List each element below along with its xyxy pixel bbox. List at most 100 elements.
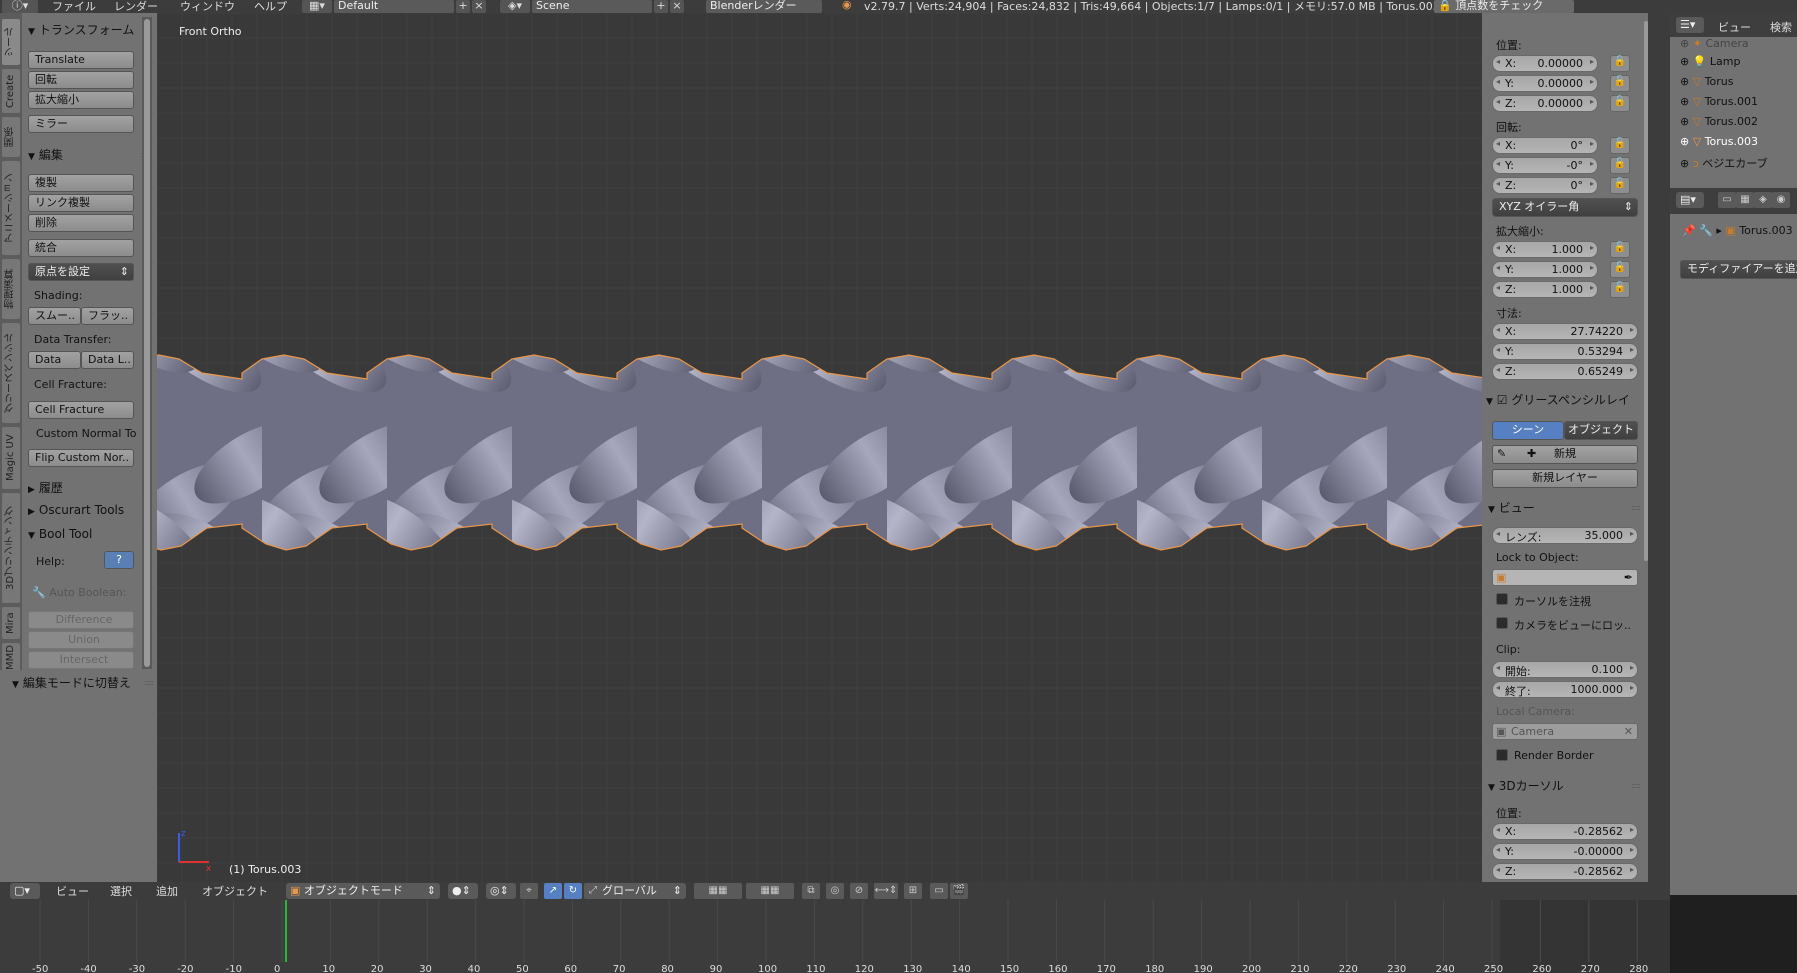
outliner-item-torus-001[interactable]: ⊕ ▽ Torus.001 bbox=[1680, 95, 1758, 108]
cursor-z-field[interactable]: ◂ Z: -0.28562 ▸ bbox=[1492, 863, 1638, 880]
remove-scene-icon[interactable]: × bbox=[670, 0, 684, 13]
pivot-select-icon[interactable]: ◎⇕ bbox=[486, 883, 516, 899]
tab-magic-uv[interactable]: Magic UV bbox=[2, 427, 20, 489]
expand-plus-icon[interactable]: ⊕ bbox=[1680, 115, 1689, 128]
scene-toggle-button[interactable]: シーン bbox=[1492, 421, 1564, 440]
right-arrow-icon[interactable]: ▸ bbox=[1630, 365, 1634, 374]
lens-field[interactable]: ◂ レンズ: 35.000 ▸ bbox=[1492, 527, 1638, 544]
left-arrow-icon[interactable]: ◂ bbox=[1496, 865, 1500, 874]
right-arrow-icon[interactable]: ▸ bbox=[1630, 845, 1634, 854]
rotation-y-field[interactable]: ◂ Y: -0° ▸ bbox=[1492, 157, 1598, 174]
lock-icon[interactable]: 🔓 bbox=[1610, 75, 1630, 92]
right-arrow-icon[interactable]: ▸ bbox=[1590, 139, 1594, 148]
left-arrow-icon[interactable]: ◂ bbox=[1496, 159, 1500, 168]
lock-object-field[interactable]: ▣ ✒ bbox=[1492, 569, 1638, 586]
right-arrow-icon[interactable]: ▸ bbox=[1630, 529, 1634, 538]
layout-icon[interactable]: ▦▾ bbox=[302, 0, 332, 13]
outliner-item-lamp[interactable]: ⊕ 💡 Lamp bbox=[1680, 55, 1741, 68]
cursor-y-field[interactable]: ◂ Y: -0.00000 ▸ bbox=[1492, 843, 1638, 860]
translate-manipulator-icon[interactable]: ↗ bbox=[544, 883, 562, 899]
object-menu[interactable]: オブジェクト bbox=[202, 883, 268, 899]
left-arrow-icon[interactable]: ◂ bbox=[1496, 243, 1500, 252]
left-arrow-icon[interactable]: ◂ bbox=[1496, 683, 1500, 692]
tab-tools[interactable]: ツール bbox=[2, 19, 20, 65]
render-preview-icon[interactable]: ▭ bbox=[930, 883, 948, 899]
new-layer-button[interactable]: 新規レイヤー bbox=[1492, 469, 1638, 488]
translate-button[interactable]: Translate bbox=[28, 51, 134, 69]
cell-fracture-button[interactable]: Cell Fracture bbox=[28, 401, 134, 419]
object-toggle-button[interactable]: オブジェクト bbox=[1564, 421, 1638, 440]
view-menu[interactable]: ビュー bbox=[56, 883, 89, 899]
right-arrow-icon[interactable]: ▸ bbox=[1630, 865, 1634, 874]
cursor-x-field[interactable]: ◂ X: -0.28562 ▸ bbox=[1492, 823, 1638, 840]
lock-icon[interactable]: 🔓 bbox=[1610, 157, 1630, 174]
menu-file[interactable]: ファイル bbox=[52, 0, 96, 13]
right-arrow-icon[interactable]: ▸ bbox=[1630, 325, 1634, 334]
scene-select[interactable]: Scene bbox=[532, 0, 652, 13]
right-arrow-icon[interactable]: ▸ bbox=[1590, 283, 1594, 292]
right-arrow-icon[interactable]: ▸ bbox=[1590, 77, 1594, 86]
right-arrow-icon[interactable]: ▸ bbox=[1590, 263, 1594, 272]
tab-mmd[interactable]: MMD bbox=[2, 643, 20, 673]
difference-button[interactable]: Difference bbox=[28, 611, 134, 629]
dimension-y-field[interactable]: ◂ Y: 0.53294 ▸ bbox=[1492, 343, 1638, 360]
checkbox-icon[interactable]: ☑ bbox=[1497, 393, 1508, 407]
lock-icon[interactable]: 🔓 bbox=[1610, 137, 1630, 154]
render-tab-icon[interactable]: ▭ bbox=[1718, 192, 1736, 208]
tab-3d-printing[interactable]: 3Dプリンティング bbox=[2, 493, 20, 603]
tool-shelf-scrollbar[interactable] bbox=[142, 17, 152, 669]
menu-help[interactable]: ヘルプ bbox=[254, 0, 287, 13]
tab-mira[interactable]: Mira bbox=[2, 607, 20, 639]
smooth-button[interactable]: スムー.. bbox=[28, 307, 81, 325]
scale-y-field[interactable]: ◂ Y: 1.000 ▸ bbox=[1492, 261, 1598, 278]
snap-toggle-icon[interactable]: ⊘ bbox=[850, 883, 868, 899]
snap-element-icon[interactable]: ⟷⇕ bbox=[874, 883, 898, 899]
world-tab-icon[interactable]: ◉ bbox=[1772, 192, 1790, 208]
data-layout-button[interactable]: Data L.. bbox=[81, 351, 134, 369]
lock-icon[interactable]: 🔓 bbox=[1610, 177, 1630, 194]
eyedropper-icon[interactable]: ✒ bbox=[1624, 571, 1633, 584]
lock-icon[interactable]: 🔓 bbox=[1610, 241, 1630, 258]
right-arrow-icon[interactable]: ▸ bbox=[1590, 159, 1594, 168]
lock-cursor-checkbox[interactable] bbox=[1496, 593, 1508, 605]
left-arrow-icon[interactable]: ◂ bbox=[1496, 325, 1500, 334]
menu-render[interactable]: レンダー bbox=[114, 0, 158, 13]
expand-plus-icon[interactable]: ⊕ bbox=[1680, 55, 1689, 68]
rotate-manipulator-icon[interactable]: ↻ bbox=[564, 883, 582, 899]
outliner-item-torus-002[interactable]: ⊕ ▽ Torus.002 bbox=[1680, 115, 1758, 128]
join-button[interactable]: 統合 bbox=[28, 239, 134, 257]
left-arrow-icon[interactable]: ◂ bbox=[1496, 663, 1500, 672]
lock-icon[interactable]: 🔓 bbox=[1610, 281, 1630, 298]
flip-custom-normals-button[interactable]: Flip Custom Nor.. bbox=[28, 449, 134, 467]
tab-physics[interactable]: 物理演算 bbox=[2, 259, 20, 319]
rotate-button[interactable]: 回転 bbox=[28, 71, 134, 89]
snap-target-icon[interactable]: ⊞ bbox=[904, 883, 922, 899]
union-button[interactable]: Union bbox=[28, 631, 134, 649]
layers-grid-icon[interactable]: ▦▦ bbox=[694, 883, 742, 899]
drag-handle-icon[interactable]: ::::: bbox=[1632, 503, 1642, 512]
tab-relations[interactable]: 関係 bbox=[2, 117, 20, 157]
expand-plus-icon[interactable]: ⊕ bbox=[1680, 157, 1689, 170]
dimension-x-field[interactable]: ◂ X: 27.74220 ▸ bbox=[1492, 323, 1638, 340]
current-frame-marker[interactable] bbox=[285, 900, 287, 962]
location-z-field[interactable]: ◂ Z: 0.00000 ▸ bbox=[1492, 95, 1598, 112]
add-layout-icon[interactable]: + bbox=[456, 0, 470, 13]
scale-z-field[interactable]: ◂ Z: 1.000 ▸ bbox=[1492, 281, 1598, 298]
mode-select[interactable]: ▣ オブジェクトモード ⇕ bbox=[286, 883, 440, 899]
layers-grid-icon[interactable]: ▦▦ bbox=[746, 883, 794, 899]
tab-grease-pencil[interactable]: グリースペンシル bbox=[2, 323, 20, 423]
delete-button[interactable]: 削除 bbox=[28, 214, 134, 232]
lock-icon[interactable]: 🔓 bbox=[1610, 55, 1630, 72]
right-arrow-icon[interactable]: ▸ bbox=[1630, 683, 1634, 692]
expand-plus-icon[interactable]: ⊕ bbox=[1680, 95, 1689, 108]
scene-icon[interactable]: ◈▾ bbox=[500, 0, 530, 13]
3d-viewport[interactable]: z x Front Ortho (1) Torus.003 bbox=[157, 13, 1482, 882]
dimension-z-field[interactable]: ◂ Z: 0.65249 ▸ bbox=[1492, 363, 1638, 380]
set-origin-select[interactable]: 原点を設定 ⇕ bbox=[28, 263, 134, 281]
left-arrow-icon[interactable]: ◂ bbox=[1496, 139, 1500, 148]
editor-type-icon[interactable]: ▢▾ bbox=[10, 883, 40, 899]
add-scene-icon[interactable]: + bbox=[654, 0, 668, 13]
shading-select-icon[interactable]: ●⇕ bbox=[448, 883, 478, 899]
edit-mode-toggle-header[interactable]: ▼ 編集モードに切替え bbox=[12, 674, 131, 691]
right-arrow-icon[interactable]: ▸ bbox=[1590, 57, 1594, 66]
